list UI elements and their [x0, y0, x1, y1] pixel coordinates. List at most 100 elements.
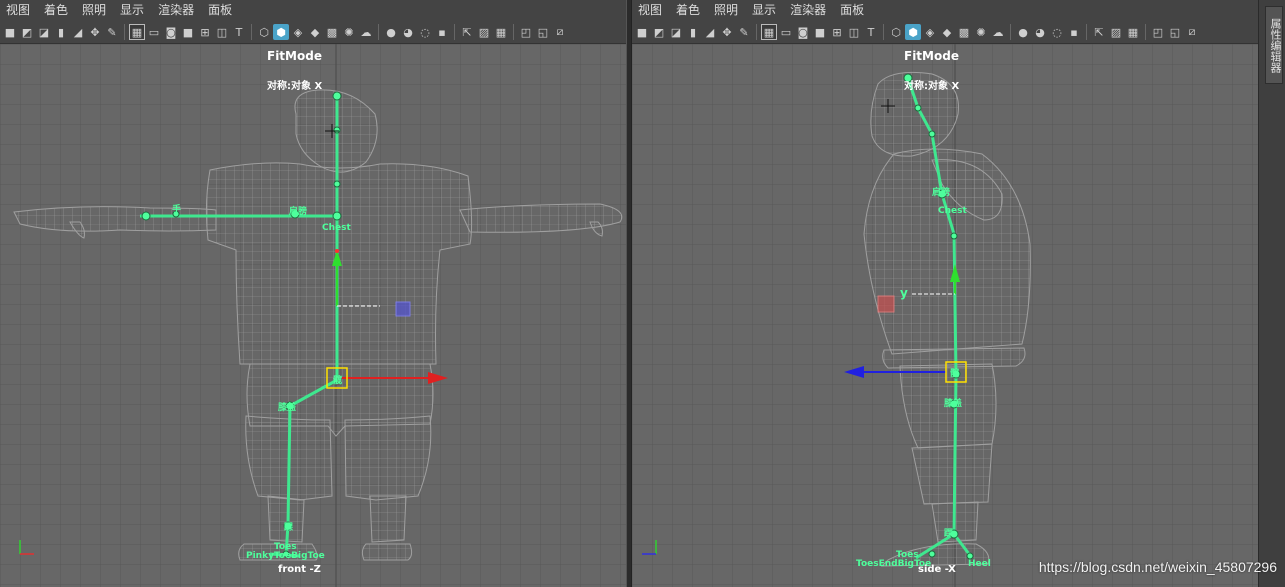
- wireframe-icon[interactable]: ⬡: [888, 24, 904, 40]
- menu-view[interactable]: 视图: [0, 0, 38, 21]
- xray-active-icon[interactable]: ▨: [1108, 24, 1124, 40]
- menu-lighting[interactable]: 照明: [76, 0, 114, 21]
- ambient-occlusion-icon[interactable]: ☁: [990, 24, 1006, 40]
- joint-label-chest: Chest: [322, 223, 351, 233]
- panel-toolbar: ■ ◩ ◪ ▮ ◢ ✥ ✎ ▦ ▭ ◙ ■ ⊞ ◫ T ⬡ ⬢ ◈ ◆ ▩ ✺ …: [0, 21, 626, 44]
- panel-toolbar: ■ ◩ ◪ ▮ ◢ ✥ ✎ ▦ ▭ ◙ ■ ⊞ ◫ T ⬡ ⬢ ◈ ◆ ▩ ✺ …: [632, 21, 1258, 44]
- wireframe-on-shaded-icon[interactable]: ◈: [922, 24, 938, 40]
- menu-lighting[interactable]: 照明: [708, 0, 746, 21]
- grease-pencil-icon[interactable]: ✎: [104, 24, 120, 40]
- motion-blur-icon[interactable]: ●: [1015, 24, 1031, 40]
- textured-icon[interactable]: ◆: [307, 24, 323, 40]
- xray-icon[interactable]: ⇱: [1091, 24, 1107, 40]
- safe-action-icon[interactable]: ◫: [214, 24, 230, 40]
- camera-icon[interactable]: ■: [634, 24, 650, 40]
- frame-selected-icon[interactable]: ⧄: [552, 24, 568, 40]
- safe-title-icon[interactable]: T: [231, 24, 247, 40]
- frame-selected-icon[interactable]: ⧄: [1184, 24, 1200, 40]
- viewport-panel-front: 视图 着色 照明 显示 渲染器 面板 ■ ◩ ◪ ▮ ◢ ✥ ✎ ▦ ▭ ◙ ■…: [0, 0, 626, 587]
- film-gate-icon[interactable]: ▭: [146, 24, 162, 40]
- xray-joints-icon[interactable]: ▦: [1125, 24, 1141, 40]
- smooth-shade-icon[interactable]: ⬢: [273, 24, 289, 40]
- smooth-shade-icon[interactable]: ⬢: [905, 24, 921, 40]
- field-chart-icon[interactable]: ⊞: [829, 24, 845, 40]
- depth-of-field-icon[interactable]: ◌: [417, 24, 433, 40]
- gate-mask-icon[interactable]: ■: [180, 24, 196, 40]
- menu-shading[interactable]: 着色: [38, 0, 76, 21]
- bookmark-icon[interactable]: ▮: [53, 24, 69, 40]
- isolate-select-icon[interactable]: ▪: [434, 24, 450, 40]
- symmetry-label: 对称:对象 X: [904, 81, 960, 92]
- xray-joints-icon[interactable]: ▦: [493, 24, 509, 40]
- menu-show[interactable]: 显示: [114, 0, 152, 21]
- wireframe-on-shaded-icon[interactable]: ◈: [290, 24, 306, 40]
- 2d-pan-icon[interactable]: ✥: [719, 24, 735, 40]
- joint-label-heel: Heel: [968, 559, 991, 569]
- frame-all-icon[interactable]: ◱: [535, 24, 551, 40]
- side-viewport-canvas: [632, 44, 1258, 587]
- toolbar-divider: [883, 24, 884, 40]
- xray-icon[interactable]: ⇱: [459, 24, 475, 40]
- joint-label-knee: 膝盖: [278, 403, 297, 413]
- camera-icon[interactable]: ■: [2, 24, 18, 40]
- grease-pencil-icon[interactable]: ✎: [736, 24, 752, 40]
- camera-select-icon[interactable]: ◩: [19, 24, 35, 40]
- grid-icon[interactable]: ▦: [761, 24, 777, 40]
- shadows-icon[interactable]: ✺: [341, 24, 357, 40]
- camera-attributes-icon[interactable]: ◪: [668, 24, 684, 40]
- menu-panels[interactable]: 面板: [202, 0, 240, 21]
- grid-icon[interactable]: ▦: [129, 24, 145, 40]
- menu-renderer[interactable]: 渲染器: [784, 0, 834, 21]
- toolbar-divider: [756, 24, 757, 40]
- joint-label-toe-end: PinkyToeBigToe: [246, 551, 325, 561]
- frame-all-icon[interactable]: ◱: [1167, 24, 1183, 40]
- image-plane-icon[interactable]: ◢: [702, 24, 718, 40]
- isolate-select-icon[interactable]: ▪: [1066, 24, 1082, 40]
- textured-icon[interactable]: ◆: [939, 24, 955, 40]
- joint-label-ankle: 踝: [284, 523, 294, 533]
- wireframe-icon[interactable]: ⬡: [256, 24, 272, 40]
- safe-title-icon[interactable]: T: [863, 24, 879, 40]
- front-viewport-canvas: [0, 44, 626, 587]
- camera-attributes-icon[interactable]: ◪: [36, 24, 52, 40]
- panel-menubar: 视图 着色 照明 显示 渲染器 面板: [0, 0, 626, 21]
- camera-select-icon[interactable]: ◩: [651, 24, 667, 40]
- backface-culling-icon[interactable]: ◰: [1150, 24, 1166, 40]
- toolbar-divider: [1086, 24, 1087, 40]
- ambient-occlusion-icon[interactable]: ☁: [358, 24, 374, 40]
- shadows-icon[interactable]: ✺: [973, 24, 989, 40]
- joint-label-hand: 手: [172, 205, 182, 215]
- depth-of-field-icon[interactable]: ◌: [1049, 24, 1065, 40]
- anti-aliasing-icon[interactable]: ◕: [400, 24, 416, 40]
- joint-label-hip: 髋: [333, 376, 343, 386]
- backface-culling-icon[interactable]: ◰: [518, 24, 534, 40]
- menu-renderer[interactable]: 渲染器: [152, 0, 202, 21]
- viewport-panel-side: 视图 着色 照明 显示 渲染器 面板 ■ ◩ ◪ ▮ ◢ ✥ ✎ ▦ ▭ ◙ ■…: [632, 0, 1258, 587]
- front-viewport[interactable]: FitMode 对称:对象 X 手 肩膀 Chest 髋 膝盖 踝 Toes P…: [0, 44, 626, 587]
- attribute-editor-tab[interactable]: 属性编辑器: [1265, 6, 1283, 84]
- xray-active-icon[interactable]: ▨: [476, 24, 492, 40]
- toolbar-divider: [1145, 24, 1146, 40]
- menu-panels[interactable]: 面板: [834, 0, 872, 21]
- bookmark-icon[interactable]: ▮: [685, 24, 701, 40]
- side-viewport[interactable]: FitMode 对称:对象 X 肩膀 Chest y 髋 膝盖 踝 Toes T…: [632, 44, 1258, 587]
- film-gate-icon[interactable]: ▭: [778, 24, 794, 40]
- image-plane-icon[interactable]: ◢: [70, 24, 86, 40]
- resolution-gate-icon[interactable]: ◙: [163, 24, 179, 40]
- motion-blur-icon[interactable]: ●: [383, 24, 399, 40]
- anti-aliasing-icon[interactable]: ◕: [1032, 24, 1048, 40]
- menu-shading[interactable]: 着色: [670, 0, 708, 21]
- gate-mask-icon[interactable]: ■: [812, 24, 828, 40]
- toolbar-divider: [378, 24, 379, 40]
- menu-show[interactable]: 显示: [746, 0, 784, 21]
- use-all-lights-icon[interactable]: ▩: [324, 24, 340, 40]
- resolution-gate-icon[interactable]: ◙: [795, 24, 811, 40]
- field-chart-icon[interactable]: ⊞: [197, 24, 213, 40]
- joint-label-shoulder: 肩膀: [289, 207, 308, 217]
- joint-label-hip: 髋: [950, 369, 960, 379]
- menu-view[interactable]: 视图: [632, 0, 670, 21]
- toolbar-divider: [513, 24, 514, 40]
- safe-action-icon[interactable]: ◫: [846, 24, 862, 40]
- use-all-lights-icon[interactable]: ▩: [956, 24, 972, 40]
- 2d-pan-icon[interactable]: ✥: [87, 24, 103, 40]
